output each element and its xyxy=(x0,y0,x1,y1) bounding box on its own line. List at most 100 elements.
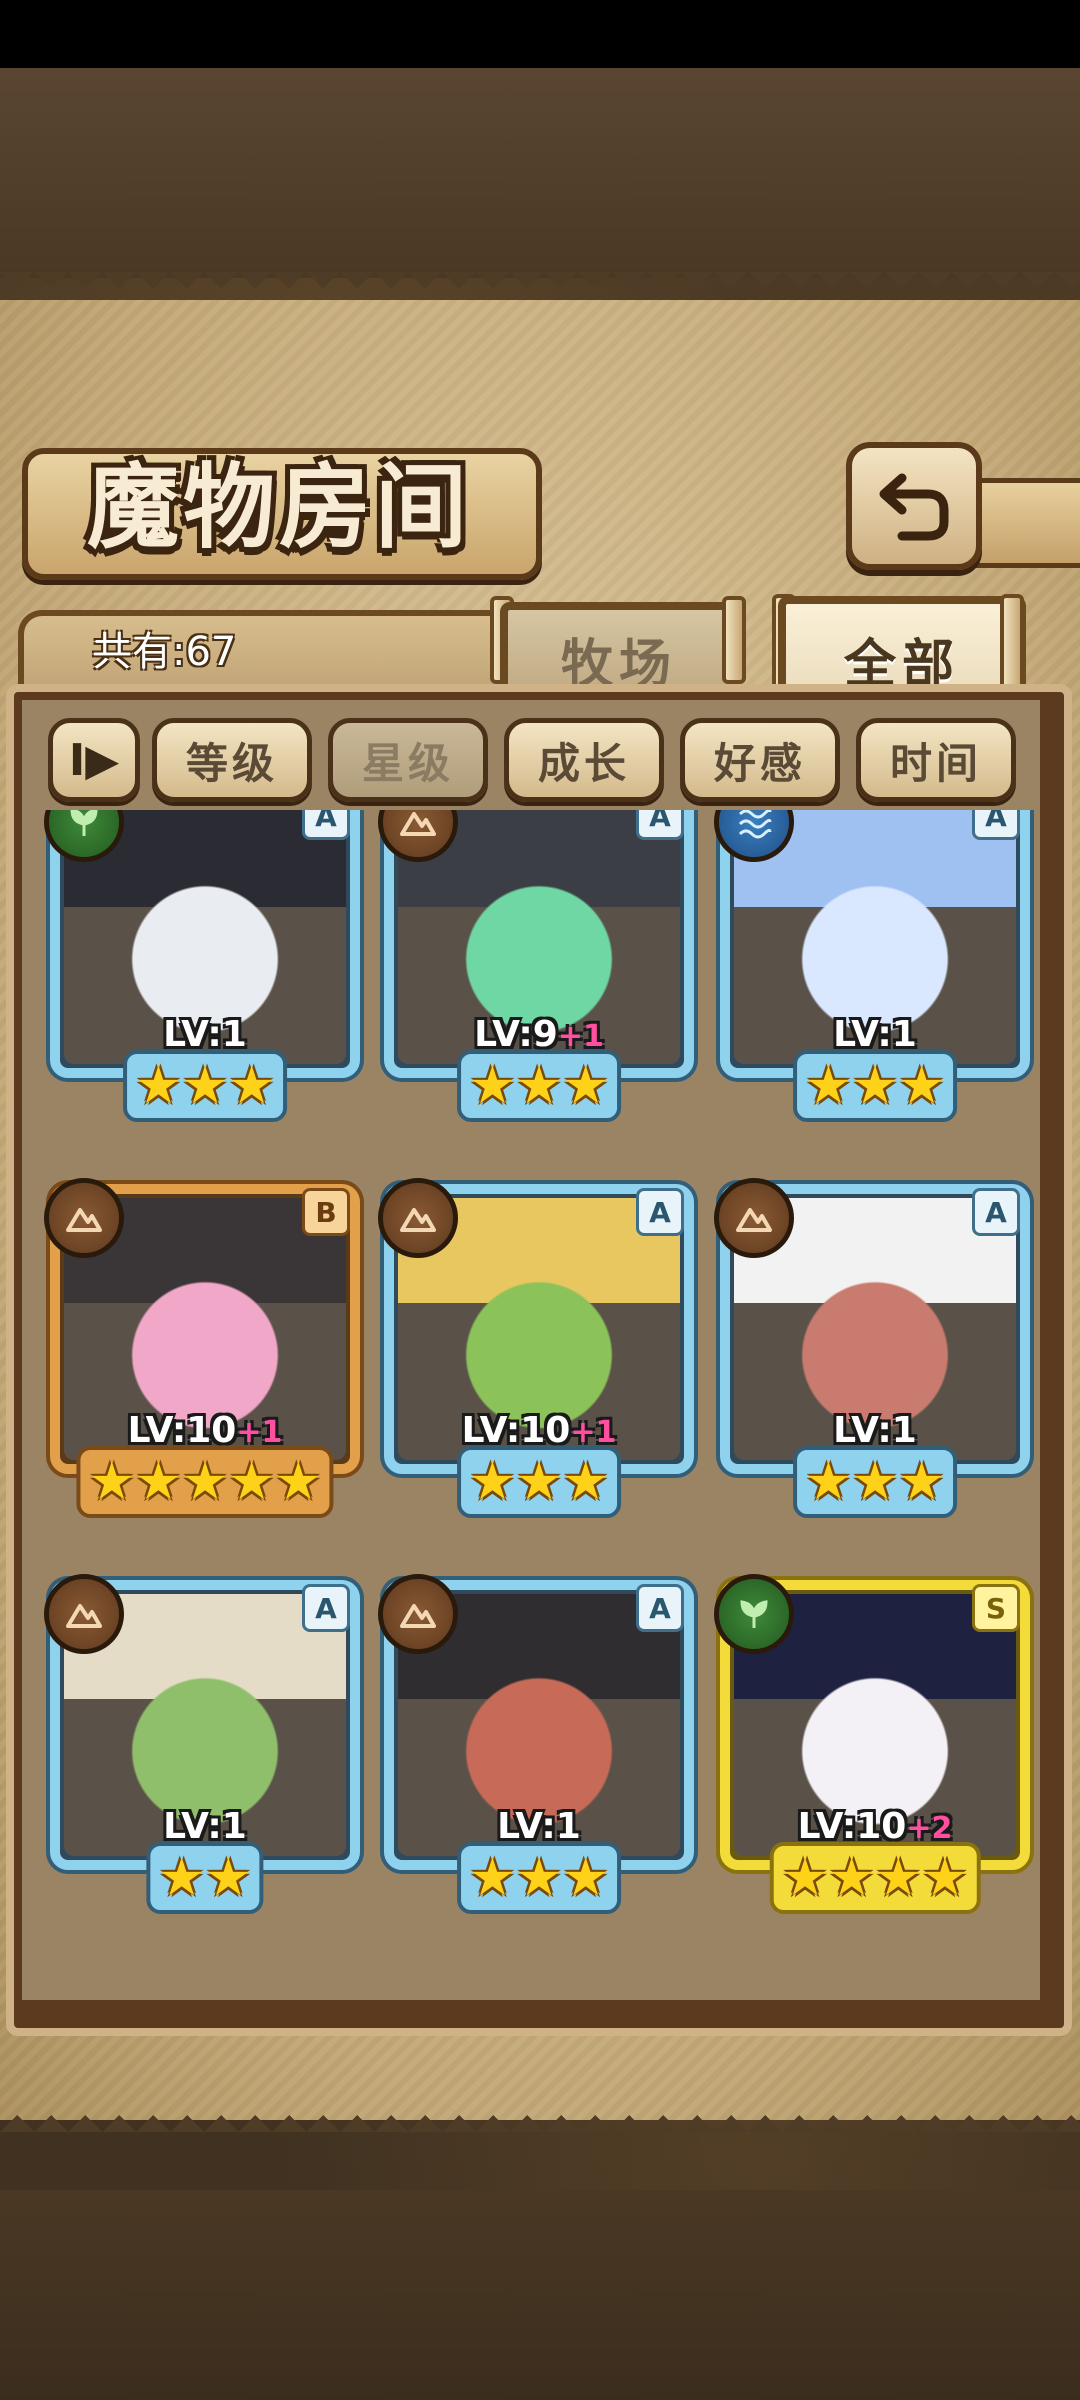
star-icon: ★ xyxy=(898,1452,945,1512)
level-label: LV:1 xyxy=(384,1806,694,1847)
star-rating: ★ ★ ★ xyxy=(457,1050,621,1122)
tab-post xyxy=(722,596,746,684)
status-bar xyxy=(0,0,1080,68)
level-value: LV:1 xyxy=(163,1014,247,1055)
level-value: LV:1 xyxy=(163,1806,247,1847)
monster-count: 共有:67 xyxy=(92,629,237,675)
monster-card[interactable]: A LV:1 ★ ★ ★ xyxy=(378,1574,694,1914)
star-rating: ★ ★ ★ xyxy=(457,1842,621,1914)
level-value: LV:1 xyxy=(833,1410,917,1451)
earth-element-icon xyxy=(378,1178,458,1258)
level-value: LV:9 xyxy=(474,1014,558,1055)
star-icon: ★ xyxy=(921,1848,969,1908)
star-icon: ★ xyxy=(158,1848,205,1908)
torn-edge-top xyxy=(0,272,1080,306)
sort-time-button[interactable]: 时间 xyxy=(856,718,1016,802)
rank-badge: A xyxy=(302,1584,350,1632)
sort-order-toggle[interactable]: I▶ xyxy=(48,718,140,802)
star-icon: ★ xyxy=(515,1848,563,1908)
rank-badge: A xyxy=(636,810,684,840)
background-bottom-band xyxy=(0,2190,1080,2400)
rank-badge: B xyxy=(302,1188,350,1236)
level-bonus: +1 xyxy=(557,1019,604,1054)
level-value: LV:1 xyxy=(833,1014,917,1055)
rank-badge: A xyxy=(636,1584,684,1632)
star-icon: ★ xyxy=(898,1056,945,1116)
star-icon: ★ xyxy=(228,1452,275,1512)
rank-badge: A xyxy=(636,1188,684,1236)
level-value: LV:10 xyxy=(127,1410,237,1451)
level-value: LV:10 xyxy=(461,1410,571,1451)
star-icon: ★ xyxy=(181,1056,229,1116)
torn-edge-bottom xyxy=(0,2098,1080,2132)
sort-star-button[interactable]: 星级 xyxy=(328,718,488,802)
back-button[interactable] xyxy=(846,442,982,570)
tab-post xyxy=(1000,594,1024,698)
star-rating: ★ ★ ★ xyxy=(793,1050,957,1122)
star-icon: ★ xyxy=(135,1452,182,1512)
star-rating: ★ ★ ★ ★ ★ xyxy=(76,1446,334,1518)
rank-badge: A xyxy=(302,810,350,840)
monster-card[interactable]: A LV:1 ★ ★ ★ xyxy=(714,1178,1030,1518)
star-icon: ★ xyxy=(469,1056,516,1116)
level-label: LV:9+1 xyxy=(384,1014,694,1055)
sort-order-icon: I▶ xyxy=(68,734,120,786)
star-icon: ★ xyxy=(181,1452,229,1512)
star-icon: ★ xyxy=(828,1848,875,1908)
star-icon: ★ xyxy=(875,1848,922,1908)
nature-element-icon xyxy=(714,1574,794,1654)
star-icon: ★ xyxy=(562,1452,609,1512)
monster-card[interactable]: A LV:9+1 ★ ★ ★ xyxy=(378,810,694,1122)
earth-element-icon xyxy=(44,1178,124,1258)
star-icon: ★ xyxy=(135,1056,182,1116)
star-icon: ★ xyxy=(562,1848,609,1908)
level-value: LV:1 xyxy=(497,1806,581,1847)
monster-card[interactable]: A LV:1 ★ ★ xyxy=(44,1574,360,1914)
star-icon: ★ xyxy=(851,1056,899,1116)
monster-card[interactable]: S LV:10+2 ★ ★ ★ ★ xyxy=(714,1574,1030,1914)
back-arrow-icon xyxy=(879,473,949,541)
star-rating: ★ ★ ★ xyxy=(123,1050,287,1122)
level-label: LV:1 xyxy=(50,1806,360,1847)
level-label: LV:1 xyxy=(720,1014,1030,1055)
monster-card[interactable]: A LV:10+1 ★ ★ ★ xyxy=(378,1178,694,1518)
level-value: LV:10 xyxy=(797,1806,907,1847)
star-icon: ★ xyxy=(88,1452,136,1512)
level-label: LV:1 xyxy=(50,1014,360,1055)
star-icon: ★ xyxy=(515,1056,563,1116)
earth-element-icon xyxy=(44,1574,124,1654)
monster-card[interactable]: A LV:1 ★ ★ ★ xyxy=(44,810,360,1122)
star-icon: ★ xyxy=(228,1056,275,1116)
star-rating: ★ ★ ★ ★ xyxy=(769,1842,981,1914)
star-rating: ★ ★ ★ xyxy=(457,1446,621,1518)
rank-badge: A xyxy=(972,810,1020,840)
star-icon: ★ xyxy=(781,1848,829,1908)
star-icon: ★ xyxy=(469,1452,516,1512)
earth-element-icon xyxy=(378,1574,458,1654)
level-label: LV:10+2 xyxy=(720,1806,1030,1847)
star-icon: ★ xyxy=(805,1056,852,1116)
monster-card[interactable]: A LV:1 ★ ★ ★ xyxy=(714,810,1030,1122)
star-icon: ★ xyxy=(805,1452,852,1512)
level-bonus: +2 xyxy=(906,1811,953,1846)
rank-badge: S xyxy=(972,1584,1020,1632)
star-icon: ★ xyxy=(469,1848,516,1908)
level-label: LV:1 xyxy=(720,1410,1030,1451)
star-rating: ★ ★ xyxy=(146,1842,264,1914)
level-label: LV:10+1 xyxy=(50,1410,360,1451)
star-icon: ★ xyxy=(851,1452,899,1512)
monster-card[interactable]: B LV:10+1 ★ ★ ★ ★ ★ xyxy=(44,1178,360,1518)
star-icon: ★ xyxy=(274,1452,322,1512)
sort-growth-button[interactable]: 成长 xyxy=(504,718,664,802)
star-icon: ★ xyxy=(515,1452,563,1512)
rank-badge: A xyxy=(972,1188,1020,1236)
sort-level-button[interactable]: 等级 xyxy=(152,718,312,802)
star-rating: ★ ★ ★ xyxy=(793,1446,957,1518)
background-top-band xyxy=(0,68,1080,278)
page-title: 魔物房间 xyxy=(86,454,471,561)
star-icon: ★ xyxy=(562,1056,609,1116)
star-icon: ★ xyxy=(205,1848,252,1908)
sort-affection-button[interactable]: 好感 xyxy=(680,718,840,802)
monster-grid: A LV:1 ★ ★ ★ A LV:9+1 ★ ★ ★ A LV:1 ★ ★ ★ B LV:10+1 ★ ★ ★ ★ ★ A… xyxy=(22,810,1040,1988)
level-label: LV:10+1 xyxy=(384,1410,694,1451)
